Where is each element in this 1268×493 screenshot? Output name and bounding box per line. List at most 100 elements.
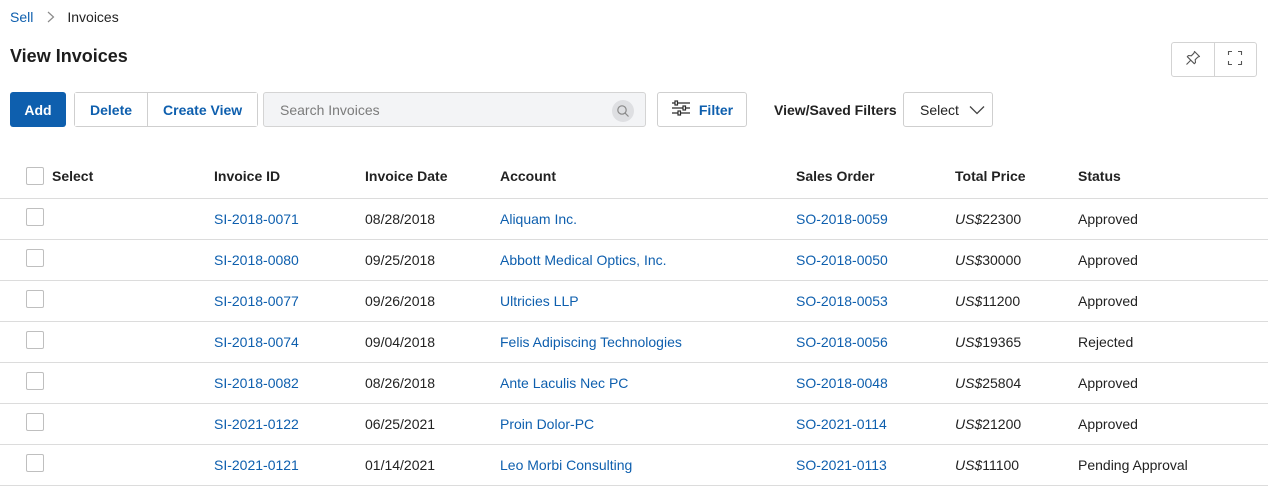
- total-price: US$21200: [955, 403, 1078, 445]
- currency-symbol: US$: [955, 456, 983, 473]
- row-checkbox[interactable]: [26, 331, 44, 349]
- account-link[interactable]: Proin Dolor-PC: [500, 416, 594, 432]
- pin-button[interactable]: [1172, 43, 1214, 76]
- account-link[interactable]: Felis Adipiscing Technologies: [500, 334, 682, 350]
- invoice-date: 01/14/2021: [365, 444, 500, 486]
- account-link[interactable]: Abbott Medical Optics, Inc.: [500, 252, 667, 268]
- create-view-button[interactable]: Create View: [147, 93, 258, 126]
- row-checkbox[interactable]: [26, 208, 44, 226]
- chevron-down-icon: [969, 102, 985, 118]
- table-row: SI-2021-0121 01/14/2021 Leo Morbi Consul…: [0, 444, 1268, 486]
- invoice-date: 08/28/2018: [365, 198, 500, 240]
- invoice-date: 09/26/2018: [365, 280, 500, 322]
- currency-symbol: US$: [955, 374, 983, 391]
- row-checkbox[interactable]: [26, 454, 44, 472]
- table-row: SI-2018-0080 09/25/2018 Abbott Medical O…: [0, 239, 1268, 281]
- page-title: View Invoices: [10, 46, 128, 66]
- table-row: SI-2018-0077 09/26/2018 Ultricies LLP SO…: [0, 280, 1268, 322]
- table-row: SI-2021-0122 06/25/2021 Proin Dolor-PC S…: [0, 403, 1268, 445]
- sales-order-link[interactable]: SO-2018-0053: [796, 293, 888, 309]
- header-select: Select: [0, 154, 214, 199]
- action-button-group: Delete Create View: [74, 92, 259, 127]
- currency-symbol: US$: [955, 333, 983, 350]
- header-total-price[interactable]: Total Price: [955, 154, 1078, 199]
- header-invoice-id[interactable]: Invoice ID: [214, 154, 365, 199]
- invoice-id-link[interactable]: SI-2018-0077: [214, 293, 299, 309]
- currency-symbol: US$: [955, 415, 983, 432]
- sales-order-link[interactable]: SO-2018-0050: [796, 252, 888, 268]
- sales-order-link[interactable]: SO-2018-0059: [796, 211, 888, 227]
- table-header-row: Select Invoice ID Invoice Date Account S…: [0, 154, 1268, 199]
- select-all-checkbox[interactable]: [26, 166, 44, 185]
- invoice-id-link[interactable]: SI-2021-0121: [214, 457, 299, 473]
- breadcrumb: Sell Invoices: [10, 9, 119, 25]
- status-text: Approved: [1078, 198, 1268, 240]
- total-price: US$25804: [955, 362, 1078, 404]
- total-price: US$11100: [955, 444, 1078, 486]
- price-value: 25804: [982, 374, 1022, 391]
- total-price: US$30000: [955, 239, 1078, 281]
- invoice-id-link[interactable]: SI-2018-0082: [214, 375, 299, 391]
- header-account[interactable]: Account: [500, 154, 796, 199]
- breadcrumb-sell-link[interactable]: Sell: [10, 9, 33, 25]
- sales-order-link[interactable]: SO-2018-0056: [796, 334, 888, 350]
- sales-order-link[interactable]: SO-2021-0114: [796, 416, 887, 432]
- invoice-date: 09/25/2018: [365, 239, 500, 281]
- select-value: Select: [920, 101, 959, 118]
- header-sales-order[interactable]: Sales Order: [796, 154, 955, 199]
- price-value: 22300: [982, 210, 1022, 227]
- table-row: SI-2018-0071 08/28/2018 Aliquam Inc. SO-…: [0, 198, 1268, 240]
- header-invoice-date[interactable]: Invoice Date: [365, 154, 500, 199]
- chevron-right-icon: [47, 11, 55, 23]
- filter-label: Filter: [698, 101, 734, 118]
- currency-symbol: US$: [955, 292, 983, 309]
- status-text: Pending Approval: [1078, 444, 1268, 486]
- saved-filters-label: View/Saved Filters: [774, 102, 897, 118]
- invoice-id-link[interactable]: SI-2018-0080: [214, 252, 299, 268]
- filter-button[interactable]: Filter: [657, 92, 747, 127]
- header-select-label: Select: [52, 167, 94, 184]
- delete-button[interactable]: Delete: [75, 93, 148, 126]
- invoice-id-link[interactable]: SI-2021-0122: [214, 416, 299, 432]
- saved-filters-select[interactable]: Select: [903, 92, 993, 127]
- breadcrumb-current: Invoices: [67, 9, 119, 25]
- row-checkbox[interactable]: [26, 372, 44, 390]
- status-text: Approved: [1078, 362, 1268, 404]
- sales-order-link[interactable]: SO-2021-0113: [796, 457, 887, 473]
- status-text: Approved: [1078, 239, 1268, 281]
- filter-icon: [671, 100, 691, 119]
- total-price: US$19365: [955, 321, 1078, 363]
- account-link[interactable]: Aliquam Inc.: [500, 211, 577, 227]
- account-link[interactable]: Ante Laculis Nec PC: [500, 375, 628, 391]
- price-value: 19365: [982, 333, 1022, 350]
- invoice-date: 09/04/2018: [365, 321, 500, 363]
- total-price: US$22300: [955, 198, 1078, 240]
- invoices-table: Select Invoice ID Invoice Date Account S…: [0, 154, 1268, 486]
- currency-symbol: US$: [955, 251, 983, 268]
- invoice-date: 08/26/2018: [365, 362, 500, 404]
- price-value: 11200: [982, 292, 1021, 309]
- total-price: US$11200: [955, 280, 1078, 322]
- search-icon[interactable]: [612, 100, 634, 122]
- currency-symbol: US$: [955, 210, 983, 227]
- status-text: Approved: [1078, 280, 1268, 322]
- invoice-date: 06/25/2021: [365, 403, 500, 445]
- page-actions: [1171, 42, 1257, 77]
- row-checkbox[interactable]: [26, 413, 44, 431]
- invoice-id-link[interactable]: SI-2018-0074: [214, 334, 299, 350]
- account-link[interactable]: Ultricies LLP: [500, 293, 579, 309]
- expand-button[interactable]: [1213, 43, 1257, 76]
- pin-icon: [1185, 50, 1201, 69]
- search-box: [263, 92, 646, 127]
- search-input[interactable]: [264, 93, 645, 126]
- status-text: Rejected: [1078, 321, 1268, 363]
- expand-icon: [1227, 50, 1243, 69]
- add-button[interactable]: Add: [10, 92, 66, 127]
- header-status[interactable]: Status: [1078, 154, 1268, 199]
- sales-order-link[interactable]: SO-2018-0048: [796, 375, 888, 391]
- invoice-id-link[interactable]: SI-2018-0071: [214, 211, 299, 227]
- account-link[interactable]: Leo Morbi Consulting: [500, 457, 632, 473]
- row-checkbox[interactable]: [26, 290, 44, 308]
- table-row: SI-2018-0082 08/26/2018 Ante Laculis Nec…: [0, 362, 1268, 404]
- row-checkbox[interactable]: [26, 249, 44, 267]
